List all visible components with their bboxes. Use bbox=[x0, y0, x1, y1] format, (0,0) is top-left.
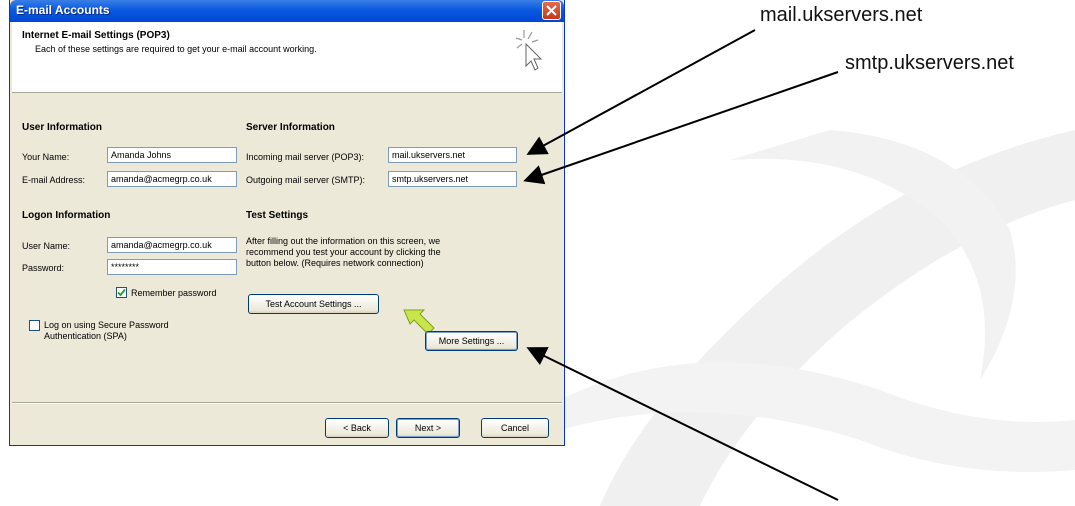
more-settings-button[interactable]: More Settings ... bbox=[425, 331, 518, 351]
your-name-input[interactable]: Amanda Johns bbox=[107, 147, 237, 163]
incoming-server-callout: mail.ukservers.net bbox=[760, 4, 923, 26]
email-address-input[interactable]: amanda@acmegrp.co.uk bbox=[107, 171, 237, 187]
outgoing-server-label: Outgoing mail server (SMTP): bbox=[246, 175, 366, 185]
close-icon bbox=[546, 5, 557, 16]
window-title: E-mail Accounts bbox=[16, 3, 110, 17]
settings-content: User Information Your Name: Amanda Johns… bbox=[12, 93, 562, 381]
outgoing-server-input[interactable]: smtp.ukservers.net bbox=[388, 171, 517, 187]
test-note-line2: recommend you test your account by click… bbox=[246, 247, 441, 257]
dialog-header: Internet E-mail Settings (POP3) Each of … bbox=[12, 22, 562, 93]
email-accounts-dialog: E-mail Accounts Internet E-mail Settings… bbox=[9, 0, 565, 446]
test-note-line1: After filling out the information on thi… bbox=[246, 236, 441, 246]
logon-info-heading: Logon Information bbox=[22, 210, 111, 221]
test-note-line3: button below. (Requires network connecti… bbox=[246, 258, 424, 268]
cancel-button[interactable]: Cancel bbox=[481, 418, 549, 438]
header-subtitle: Each of these settings are required to g… bbox=[35, 44, 317, 54]
email-address-label: E-mail Address: bbox=[22, 175, 86, 185]
outgoing-server-callout: smtp.ukservers.net bbox=[845, 52, 1014, 74]
title-bar: E-mail Accounts bbox=[10, 0, 564, 22]
password-label: Password: bbox=[22, 263, 65, 273]
incoming-server-label: Incoming mail server (POP3): bbox=[246, 152, 365, 162]
spa-label-line1: Log on using Secure Password bbox=[44, 320, 169, 330]
header-title: Internet E-mail Settings (POP3) bbox=[22, 30, 170, 41]
test-settings-heading: Test Settings bbox=[246, 210, 309, 221]
close-button[interactable] bbox=[542, 1, 561, 20]
user-name-label: User Name: bbox=[22, 241, 71, 251]
remember-password-checkbox[interactable] bbox=[116, 287, 127, 298]
test-account-settings-button[interactable]: Test Account Settings ... bbox=[248, 294, 379, 314]
password-input[interactable]: ******** bbox=[107, 259, 237, 275]
incoming-server-input[interactable]: mail.ukservers.net bbox=[388, 147, 517, 163]
user-info-heading: User Information bbox=[22, 122, 103, 133]
your-name-label: Your Name: bbox=[22, 152, 70, 162]
checkmark-icon bbox=[117, 288, 126, 297]
footer-divider bbox=[12, 402, 562, 404]
next-button[interactable]: Next > bbox=[396, 418, 460, 438]
remember-password-label: Remember password bbox=[131, 288, 217, 298]
user-name-input[interactable]: amanda@acmegrp.co.uk bbox=[107, 237, 237, 253]
mouse-pointer-sparkle-icon bbox=[515, 30, 543, 71]
back-button[interactable]: < Back bbox=[325, 418, 389, 438]
spa-label-line2: Authentication (SPA) bbox=[44, 331, 127, 341]
spa-checkbox[interactable] bbox=[29, 320, 40, 331]
server-info-heading: Server Information bbox=[246, 122, 335, 133]
